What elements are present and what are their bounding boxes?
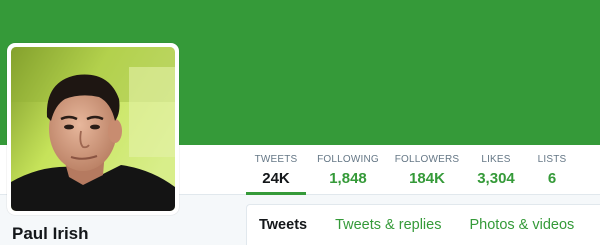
stat-label: LISTS — [537, 154, 567, 165]
avatar-frame[interactable] — [7, 43, 179, 215]
stat-label: TWEETS — [254, 154, 298, 165]
stat-label: LIKES — [481, 154, 511, 165]
stat-value: 6 — [547, 170, 557, 187]
stat-label: FOLLOWERS — [394, 154, 460, 165]
stat-value: 24K — [262, 170, 290, 187]
profile-stats: TWEETS 24K FOLLOWING 1,848 FOLLOWERS 184… — [246, 145, 576, 195]
timeline-tabs: Tweets Tweets & replies Photos & videos — [246, 204, 600, 245]
stat-label: FOLLOWING — [317, 154, 379, 165]
tab-tweets[interactable]: Tweets — [259, 217, 307, 233]
avatar — [11, 47, 175, 211]
stat-tweets[interactable]: TWEETS 24K — [246, 145, 306, 195]
stat-value: 3,304 — [477, 170, 515, 187]
stat-value: 184K — [409, 170, 445, 187]
stat-likes[interactable]: LIKES 3,304 — [464, 145, 528, 195]
tab-tweets-and-replies[interactable]: Tweets & replies — [335, 217, 441, 233]
stat-followers[interactable]: FOLLOWERS 184K — [390, 145, 464, 195]
tab-photos-and-videos[interactable]: Photos & videos — [469, 217, 574, 233]
stat-value: 1,848 — [329, 170, 367, 187]
stat-following[interactable]: FOLLOWING 1,848 — [306, 145, 390, 195]
stat-lists[interactable]: LISTS 6 — [528, 145, 576, 195]
profile-name[interactable]: Paul Irish — [12, 224, 89, 244]
